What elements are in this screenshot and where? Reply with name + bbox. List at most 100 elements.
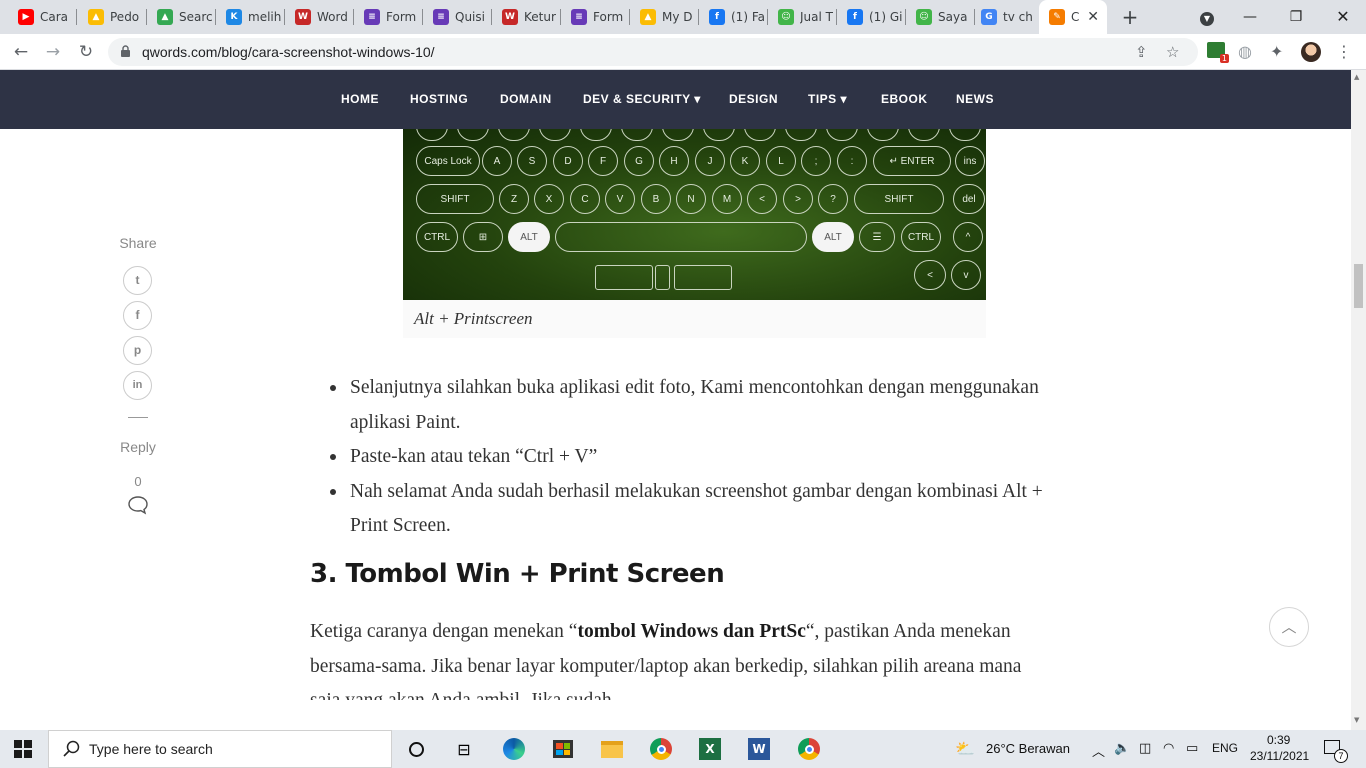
nav-item[interactable]: DESIGN xyxy=(729,92,778,106)
keyboard-key: < xyxy=(747,184,777,214)
page-scrollbar[interactable]: ▲ ▼ xyxy=(1351,70,1366,730)
keyboard-key: A xyxy=(482,146,512,176)
tab-label: melih xyxy=(248,10,282,24)
paragraph-text: Ketiga caranya dengan menekan “ xyxy=(310,621,578,642)
weather-text[interactable]: 26°C Berawan xyxy=(986,741,1070,756)
chevron-up-icon[interactable]: ︿ xyxy=(1092,741,1105,760)
browser-tab[interactable]: Gtv ch xyxy=(971,0,1038,34)
battery-icon[interactable]: ▭ xyxy=(1186,741,1198,756)
keyboard-key-partial xyxy=(826,129,858,141)
browser-tab[interactable]: ▶ Cara xyxy=(8,0,75,34)
facebook-icon[interactable]: f xyxy=(123,301,152,330)
tab-label: (1) Gi xyxy=(869,10,903,24)
meet-now-icon[interactable]: ◫ xyxy=(1139,741,1151,756)
browser-tab[interactable]: ▲ Searc xyxy=(147,0,214,34)
nav-item[interactable]: NEWS xyxy=(956,92,994,106)
word-icon[interactable]: W xyxy=(746,736,772,762)
browser-tab[interactable]: ▲ Pedo xyxy=(78,0,145,34)
keyboard-key: del xyxy=(953,184,985,214)
close-window-button[interactable]: ✕ xyxy=(1320,0,1366,34)
forward-button[interactable]: → xyxy=(42,41,64,63)
nav-item[interactable]: TIPS ▾ xyxy=(808,92,847,106)
browser-tab[interactable]: Kmelih xyxy=(216,0,283,34)
reply-label[interactable]: Reply xyxy=(112,439,164,455)
browser-tab[interactable]: W Word xyxy=(285,0,352,34)
chrome-icon[interactable] xyxy=(648,736,674,762)
taskbar-search-box[interactable]: Type here to search xyxy=(48,730,392,768)
store-icon[interactable] xyxy=(550,736,576,762)
browser-tab[interactable]: ≡ Quisi xyxy=(423,0,490,34)
tokopedia-icon: ☺ xyxy=(778,9,794,25)
browser-tab[interactable]: f (1) Fa xyxy=(699,0,766,34)
browser-tab[interactable]: ≡ Form xyxy=(354,0,421,34)
edge-icon[interactable] xyxy=(501,736,527,762)
keyboard-key-partial xyxy=(416,129,448,141)
keyboard-key: > xyxy=(783,184,813,214)
task-view-icon[interactable]: ⊟ xyxy=(451,736,477,762)
tab-label: Form xyxy=(593,10,624,24)
keyboard-key-partial xyxy=(662,129,694,141)
touchpad-button xyxy=(674,265,732,290)
comment-icon[interactable] xyxy=(127,495,149,515)
browser-tab[interactable]: ≡ Form xyxy=(561,0,628,34)
extensions-puzzle-icon[interactable]: ✦ xyxy=(1270,42,1290,62)
scroll-to-top-button[interactable]: ︿ xyxy=(1269,607,1309,647)
pinterest-icon[interactable]: p xyxy=(123,336,152,365)
excel-icon[interactable]: X xyxy=(697,736,723,762)
nav-item[interactable]: DEV & SECURITY ▾ xyxy=(583,92,701,106)
browser-tab[interactable]: ☺ Jual T xyxy=(768,0,835,34)
keyboard-key: G xyxy=(624,146,654,176)
restore-button[interactable]: ❐ xyxy=(1273,0,1319,34)
keyboard-key-partial xyxy=(621,129,653,141)
browser-tab[interactable]: W Ketur xyxy=(492,0,559,34)
bookmark-star-icon[interactable]: ☆ xyxy=(1166,43,1179,61)
tab-label: Saya xyxy=(938,10,968,24)
weather-icon[interactable]: ⛅ xyxy=(955,739,975,758)
browser-tab[interactable]: ▲ My D xyxy=(630,0,697,34)
keyboard-key: ; xyxy=(801,146,831,176)
cortana-icon[interactable] xyxy=(403,736,429,762)
back-button[interactable]: ← xyxy=(10,41,32,63)
avatar[interactable] xyxy=(1301,42,1321,62)
globe-icon[interactable]: ◍ xyxy=(1238,42,1258,62)
touchpad-button xyxy=(655,265,670,290)
reload-button[interactable]: ↻ xyxy=(75,41,97,63)
browser-tab[interactable]: ✎ C ✕ xyxy=(1039,0,1107,34)
keyboard-key: L xyxy=(766,146,796,176)
chrome-profile-icon[interactable] xyxy=(796,736,822,762)
tab-search-button[interactable]: ▼ xyxy=(1184,0,1230,34)
address-bar[interactable]: qwords.com/blog/cara-screenshot-windows-… xyxy=(108,38,1198,66)
new-tab-button[interactable]: + xyxy=(1119,4,1141,30)
tab-separator xyxy=(76,9,77,25)
nav-item[interactable]: EBOOK xyxy=(881,92,928,106)
keyboard-key: ↵ ENTER xyxy=(873,146,951,176)
scrollbar-thumb[interactable] xyxy=(1354,264,1363,308)
facebook-icon: f xyxy=(847,9,863,25)
twitter-icon[interactable]: t xyxy=(123,266,152,295)
windows-start-icon[interactable] xyxy=(14,740,32,758)
keyboard-key-partial xyxy=(498,129,530,141)
close-tab-icon[interactable]: ✕ xyxy=(1087,9,1099,25)
wifi-icon[interactable]: ◠ xyxy=(1163,741,1174,756)
file-explorer-icon[interactable] xyxy=(599,736,625,762)
keyboard-key: D xyxy=(553,146,583,176)
extension-icon[interactable]: 1 xyxy=(1207,42,1229,63)
language-indicator[interactable]: ENG xyxy=(1212,741,1238,755)
keyboard-key: J xyxy=(695,146,725,176)
clock-date[interactable]: 23/11/2021 xyxy=(1250,749,1309,763)
linkedin-icon[interactable]: in xyxy=(123,371,152,400)
volume-icon[interactable]: 🔈 xyxy=(1114,741,1130,756)
clock-time[interactable]: 0:39 xyxy=(1267,733,1290,747)
nav-item[interactable]: HOSTING xyxy=(410,92,468,106)
keyboard-key-partial xyxy=(539,129,571,141)
tab-label: Pedo xyxy=(110,10,140,24)
minimize-button[interactable]: — xyxy=(1227,0,1273,34)
browser-tab[interactable]: f (1) Gi xyxy=(837,0,904,34)
menu-kebab-icon[interactable]: ⋮ xyxy=(1336,42,1356,62)
nav-item[interactable]: HOME xyxy=(341,92,379,106)
nav-item[interactable]: DOMAIN xyxy=(500,92,552,106)
tab-strip: ▶ Cara ▲ Pedo ▲ Searc Kmelih W Word ≡ Form ≡ Quisi W K… xyxy=(0,0,1366,34)
keyboard-key: v xyxy=(951,260,981,290)
browser-tab[interactable]: ☺ Saya xyxy=(906,0,973,34)
share-icon[interactable]: ⇪ xyxy=(1135,43,1148,61)
